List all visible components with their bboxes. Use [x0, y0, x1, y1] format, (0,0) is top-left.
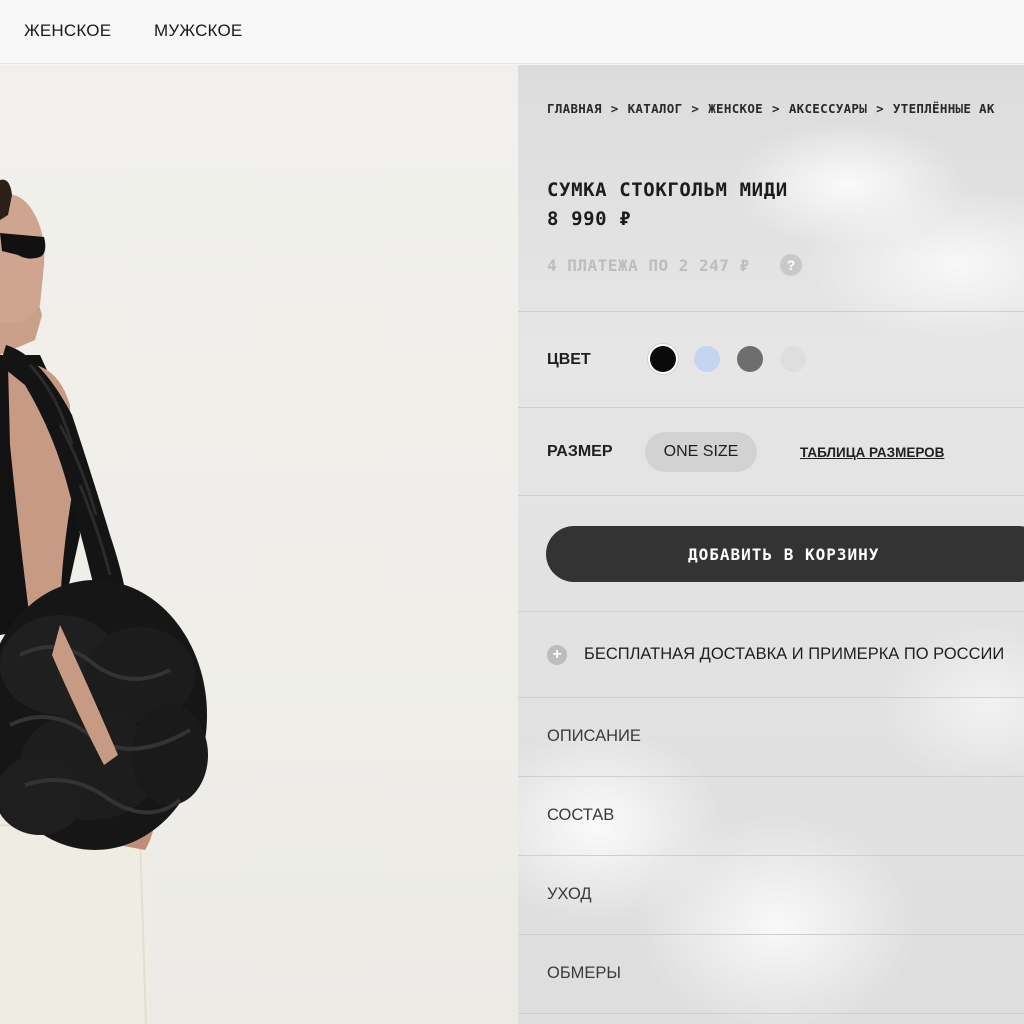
color-swatch-light-blue[interactable]: [694, 346, 720, 372]
color-swatch-black[interactable]: [650, 346, 676, 372]
product-photo: [0, 65, 518, 1024]
installments-text: 4 ПЛАТЕЖА ПО 2 247 ₽: [547, 256, 750, 275]
delivery-text: БЕСПЛАТНАЯ ДОСТАВКА И ПРИМЕРКА ПО РОССИИ: [584, 645, 1005, 663]
breadcrumb: ГЛАВНАЯ > КАТАЛОГ > ЖЕНСКОЕ > АКСЕССУАРЫ > УТЕПЛ…: [547, 101, 995, 116]
color-label: ЦВЕТ: [547, 351, 591, 368]
breadcrumb-insulated[interactable]: УТЕПЛЁННЫЕ АК: [893, 101, 995, 116]
add-to-cart-button[interactable]: ДОБАВИТЬ В КОРЗИНУ: [546, 526, 1024, 582]
accordion-composition[interactable]: СОСТАВ: [547, 806, 614, 825]
color-swatch-grey[interactable]: [737, 346, 763, 372]
help-icon[interactable]: ?: [780, 254, 802, 276]
divider: [518, 495, 1024, 496]
accordion-measurements[interactable]: ОБМЕРЫ: [547, 964, 621, 983]
divider: [518, 311, 1024, 312]
nav-link-men[interactable]: МУЖСКОЕ: [154, 21, 242, 41]
size-table-link[interactable]: ТАБЛИЦА РАЗМЕРОВ: [800, 445, 944, 460]
plus-icon: +: [547, 645, 567, 665]
divider: [518, 934, 1024, 935]
breadcrumb-catalog[interactable]: КАТАЛОГ: [628, 101, 683, 116]
breadcrumb-separator: >: [772, 101, 780, 116]
breadcrumb-women[interactable]: ЖЕНСКОЕ: [708, 101, 763, 116]
top-navigation: ЖЕНСКОЕ МУЖСКОЕ: [0, 0, 1024, 64]
size-option-button[interactable]: ONE SIZE: [645, 432, 757, 472]
divider: [518, 1013, 1024, 1014]
divider: [518, 776, 1024, 777]
product-panel: ГЛАВНАЯ > КАТАЛОГ > ЖЕНСКОЕ > АКСЕССУАРЫ > УТЕПЛ…: [518, 65, 1024, 1024]
product-price: 8 990 ₽: [547, 208, 632, 230]
breadcrumb-home[interactable]: ГЛАВНАЯ: [547, 101, 602, 116]
divider: [518, 855, 1024, 856]
breadcrumb-separator: >: [691, 101, 700, 116]
size-label: РАЗМЕР: [547, 443, 613, 460]
divider: [518, 611, 1024, 612]
accordion-care[interactable]: УХОД: [547, 885, 592, 904]
breadcrumb-separator: >: [610, 101, 619, 116]
product-title: СУМКА СТОКГОЛЬМ МИДИ: [547, 179, 788, 201]
breadcrumb-accessories[interactable]: АКСЕССУАРЫ: [789, 101, 867, 116]
divider: [518, 697, 1024, 698]
color-swatch-light-grey[interactable]: [780, 346, 806, 372]
nav-link-women[interactable]: ЖЕНСКОЕ: [24, 21, 111, 41]
divider: [518, 407, 1024, 408]
breadcrumb-separator: >: [876, 101, 884, 116]
model-with-bag-image: [0, 179, 208, 1024]
accordion-description[interactable]: ОПИСАНИЕ: [547, 727, 641, 746]
